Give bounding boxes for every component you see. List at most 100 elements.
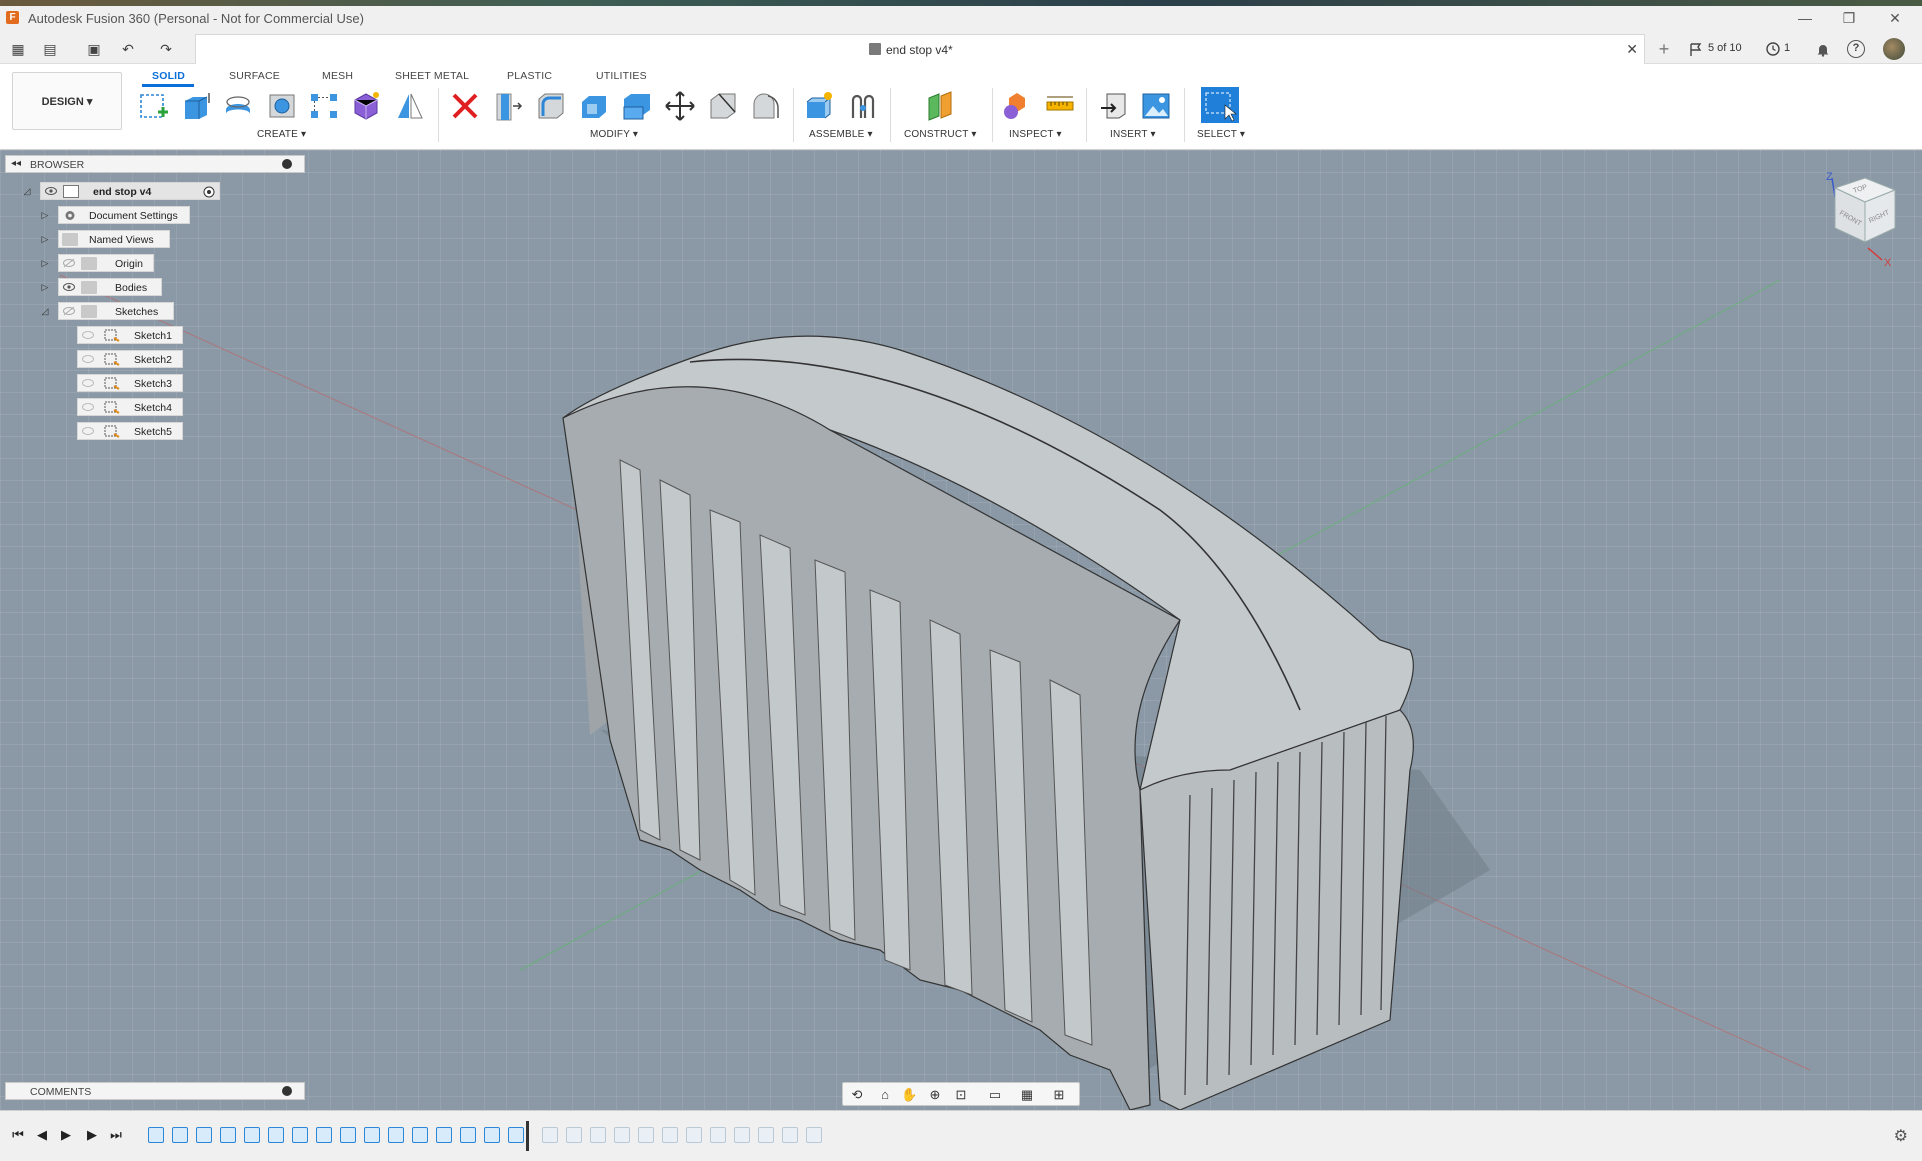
fillet-icon[interactable] <box>535 90 567 122</box>
visibility-eye-icon[interactable] <box>63 306 75 316</box>
create-form-icon[interactable] <box>350 90 382 122</box>
mirror-icon[interactable] <box>394 90 426 122</box>
tab-mesh[interactable]: MESH <box>322 70 353 82</box>
restore-button[interactable]: ❐ <box>1834 8 1864 28</box>
timeline-next-button[interactable]: ▶ <box>84 1127 100 1143</box>
timeline-play-button[interactable]: ▶ <box>58 1127 74 1143</box>
combine-icon[interactable] <box>621 90 653 122</box>
viewcube[interactable]: Z X TOP FRONT RIGHT <box>1810 168 1910 278</box>
visibility-eye-icon[interactable] <box>82 402 94 412</box>
timeline-feature[interactable] <box>388 1127 404 1143</box>
viewports-icon[interactable]: ⊞ <box>1051 1087 1067 1103</box>
tab-sheet-metal[interactable]: SHEET METAL <box>395 70 469 82</box>
collapse-arrow-icon[interactable]: ◿ <box>38 304 52 318</box>
insert-derive-icon[interactable] <box>1097 90 1129 122</box>
joint-icon[interactable] <box>847 90 879 122</box>
notifications-bell-icon[interactable] <box>1816 42 1830 57</box>
tab-solid[interactable]: SOLID <box>152 70 185 82</box>
shell-icon[interactable] <box>578 90 610 122</box>
minimize-button[interactable]: — <box>1790 8 1820 28</box>
create-sketch-icon[interactable] <box>138 90 170 122</box>
pan-icon[interactable]: ✋ <box>901 1087 917 1103</box>
timeline-feature[interactable] <box>460 1127 476 1143</box>
fit-icon[interactable]: ⊡ <box>953 1087 969 1103</box>
visibility-eye-icon[interactable] <box>63 258 75 268</box>
workspace-switcher-button[interactable]: DESIGN ▾ <box>12 72 122 130</box>
chamfer-icon[interactable] <box>707 90 739 122</box>
visibility-eye-icon[interactable] <box>82 426 94 436</box>
collapse-arrow-icon[interactable]: ◿ <box>20 184 34 198</box>
zoom-icon[interactable]: ⊕ <box>927 1087 943 1103</box>
model-scene[interactable] <box>0 150 1922 1110</box>
timeline-feature[interactable] <box>508 1127 524 1143</box>
sketch-item[interactable]: Sketch3 <box>77 374 183 392</box>
expand-arrow-icon[interactable]: ▷ <box>38 232 52 246</box>
collapse-browser-icon[interactable]: ◂◂ <box>11 158 21 169</box>
display-component-colors-icon[interactable] <box>1001 90 1033 122</box>
browser-root-row[interactable]: ◿ end stop v4 <box>20 182 220 200</box>
new-component-icon[interactable] <box>803 90 835 122</box>
named-views-node[interactable]: Named Views <box>58 230 170 248</box>
timeline-feature[interactable] <box>220 1127 236 1143</box>
assemble-menu[interactable]: ASSEMBLE ▾ <box>809 129 873 140</box>
sketch-item[interactable]: Sketch2 <box>77 350 183 368</box>
timeline-marker[interactable] <box>526 1121 529 1151</box>
sketches-node[interactable]: Sketches <box>58 302 174 320</box>
timeline-feature[interactable] <box>484 1127 500 1143</box>
tab-surface[interactable]: SURFACE <box>229 70 280 82</box>
add-comment-icon[interactable] <box>282 1086 292 1096</box>
press-pull-icon[interactable] <box>491 90 523 122</box>
timeline-feature-suppressed[interactable] <box>566 1127 582 1143</box>
timeline-feature-suppressed[interactable] <box>590 1127 606 1143</box>
split-body-icon[interactable] <box>750 90 782 122</box>
select-menu[interactable]: SELECT ▾ <box>1197 129 1245 140</box>
timeline-feature-suppressed[interactable] <box>614 1127 630 1143</box>
expand-arrow-icon[interactable]: ▷ <box>38 280 52 294</box>
job-status-count[interactable]: 5 of 10 <box>1708 42 1742 54</box>
new-tab-icon[interactable]: + <box>1654 39 1674 59</box>
timeline-feature[interactable] <box>244 1127 260 1143</box>
expand-arrow-icon[interactable]: ▷ <box>38 208 52 222</box>
delete-icon[interactable] <box>449 90 481 122</box>
browser-item-origin[interactable]: ▷ Origin <box>38 254 198 272</box>
timeline-feature-suppressed[interactable] <box>734 1127 750 1143</box>
help-icon[interactable]: ? <box>1847 40 1865 58</box>
pattern-icon[interactable] <box>308 90 340 122</box>
close-tab-icon[interactable]: ✕ <box>1626 41 1638 58</box>
timeline-last-button[interactable]: ⏭ <box>108 1127 124 1143</box>
create-menu[interactable]: CREATE ▾ <box>257 129 306 140</box>
visibility-eye-icon[interactable] <box>82 354 94 364</box>
origin-node[interactable]: Origin <box>58 254 154 272</box>
orbit-icon[interactable]: ⟲ <box>849 1087 865 1103</box>
display-settings-icon[interactable]: ▭ <box>987 1087 1003 1103</box>
revolve-icon[interactable] <box>222 90 254 122</box>
timeline-feature-suppressed[interactable] <box>542 1127 558 1143</box>
data-panel-grid-icon[interactable]: ▦ <box>8 39 28 59</box>
sketch-item[interactable]: Sketch1 <box>77 326 183 344</box>
tab-utilities[interactable]: UTILITIES <box>596 70 647 82</box>
look-at-icon[interactable]: ⌂ <box>877 1087 893 1103</box>
timeline-feature[interactable] <box>340 1127 356 1143</box>
comments-panel[interactable]: COMMENTS <box>5 1082 305 1100</box>
3d-canvas-viewport[interactable] <box>0 150 1922 1110</box>
timeline-feature-suppressed[interactable] <box>686 1127 702 1143</box>
timeline-feature[interactable] <box>172 1127 188 1143</box>
browser-item-named-views[interactable]: ▷ Named Views <box>38 230 198 248</box>
timeline-feature[interactable] <box>268 1127 284 1143</box>
browser-root-node[interactable]: end stop v4 <box>40 182 220 200</box>
timeline-feature[interactable] <box>412 1127 428 1143</box>
canvas-image-icon[interactable] <box>1140 90 1172 122</box>
browser-minimize-icon[interactable] <box>282 159 292 169</box>
clock-count[interactable]: 1 <box>1784 42 1790 54</box>
user-avatar[interactable] <box>1883 38 1905 60</box>
timeline-feature[interactable] <box>316 1127 332 1143</box>
visibility-eye-icon[interactable] <box>63 282 75 292</box>
tab-plastic[interactable]: PLASTIC <box>507 70 552 82</box>
close-window-button[interactable]: ✕ <box>1880 8 1910 28</box>
insert-menu[interactable]: INSERT ▾ <box>1110 129 1156 140</box>
timeline-feature[interactable] <box>148 1127 164 1143</box>
activate-radio-icon[interactable] <box>203 186 215 198</box>
clock-icon[interactable] <box>1766 42 1780 56</box>
timeline-feature-suppressed[interactable] <box>806 1127 822 1143</box>
browser-item-document-settings[interactable]: ▷ Document Settings <box>38 206 198 224</box>
